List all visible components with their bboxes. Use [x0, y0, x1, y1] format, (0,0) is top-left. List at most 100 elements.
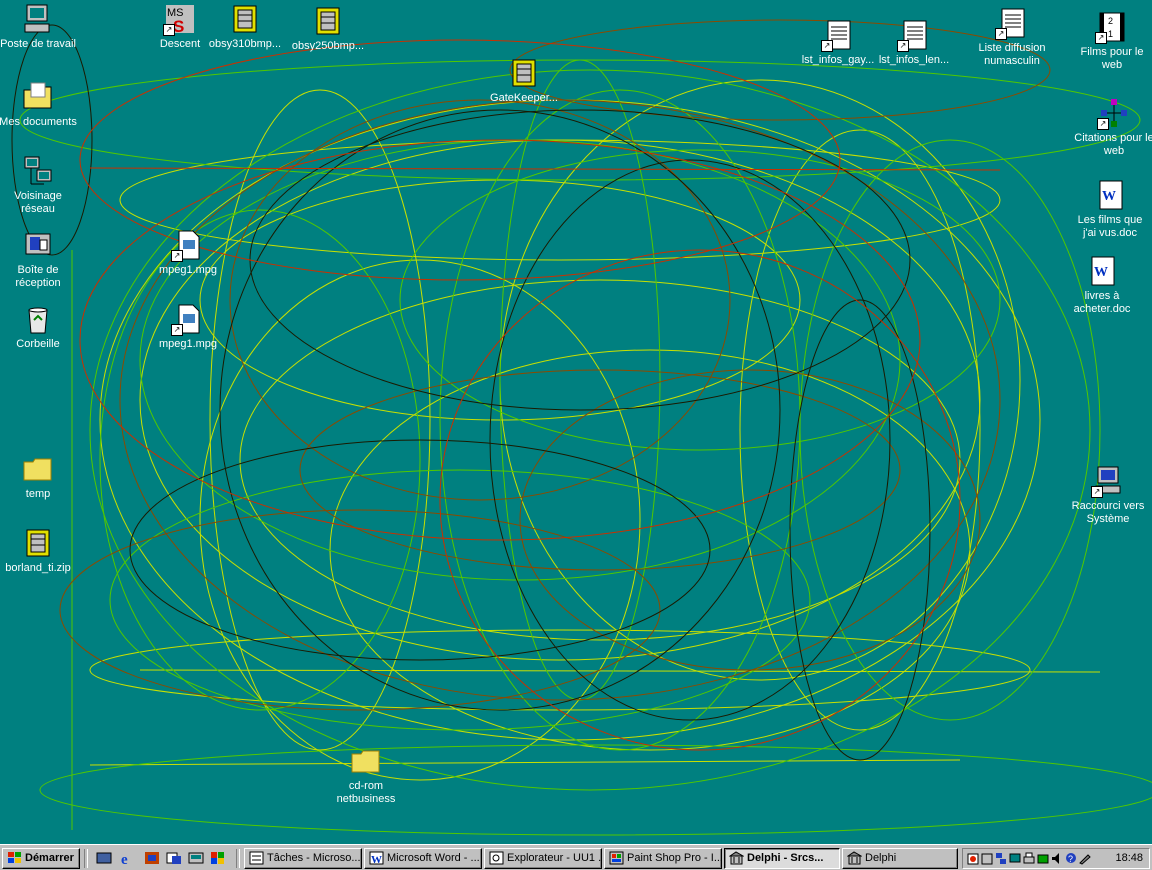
desktop-icon-raccourci-systeme[interactable]: ↗ Raccourci vers Système [1068, 464, 1148, 526]
desktop[interactable]: Poste de travail Mes documents Voisinage… [0, 0, 1152, 844]
word-document-icon: W [1085, 254, 1119, 288]
task-button-paintshop[interactable]: Paint Shop Pro - I... [604, 848, 722, 869]
document-icon: ↗ [897, 18, 931, 52]
task-button-taches[interactable]: Tâches - Microso... [244, 848, 362, 869]
folder-icon [349, 744, 383, 778]
shortcut-arrow-icon: ↗ [1095, 32, 1107, 44]
antivirus-icon[interactable] [981, 852, 993, 865]
zip-file-icon [507, 56, 541, 90]
media-file-icon: ↗ [171, 228, 205, 262]
shortcut-arrow-icon: ↗ [171, 250, 183, 262]
shortcut-arrow-icon: ↗ [171, 324, 183, 336]
icon-label: Mes documents [0, 116, 77, 128]
system-tray: ? 18:48 [962, 848, 1150, 869]
icon-label: Films pour le web [1080, 46, 1144, 71]
word-icon: W [369, 851, 384, 866]
desktop-icon-cd-rom[interactable]: cd-rom netbusiness [326, 744, 406, 806]
svg-text:1: 1 [1108, 29, 1113, 39]
desktop-icon-lst-infos-len[interactable]: ↗ lst_infos_len... [874, 18, 954, 67]
paint-shop-icon [609, 851, 624, 865]
icon-label: lst_infos_len... [878, 54, 950, 66]
outlook-icon[interactable] [144, 851, 160, 865]
task-label: Paint Shop Pro - I... [627, 852, 722, 864]
descent-game-icon: MS S ↗ [163, 2, 197, 36]
task-button-delphi-srcs[interactable]: Delphi - Srcs... [724, 848, 840, 869]
start-button[interactable]: Démarrer [2, 848, 80, 869]
icon-label: lst_infos_gay... [801, 54, 875, 66]
task-button-explorateur[interactable]: Explorateur - UU1 ... [484, 848, 602, 869]
display-icon[interactable] [1009, 852, 1021, 865]
svg-text:W: W [1102, 189, 1116, 204]
tools-icon[interactable] [1079, 852, 1091, 865]
network-map-icon: ↗ [1097, 96, 1131, 130]
ie-icon[interactable]: e [120, 851, 136, 868]
task-button-delphi[interactable]: Delphi [842, 848, 958, 869]
document-icon: ↗ [995, 6, 1029, 40]
taskbar-separator [84, 849, 88, 868]
desktop-icon-livres-acheter[interactable]: W livres à acheter.doc [1062, 254, 1142, 316]
desktop-icon-mpeg1[interactable]: ↗ mpeg1.mpg [148, 228, 228, 277]
desktop-icon-mpeg2[interactable]: ↗ mpeg1.mpg [148, 302, 228, 351]
shortcut-arrow-icon: ↗ [163, 24, 175, 36]
app-icon[interactable] [188, 851, 204, 865]
document-icon: ↗ [821, 18, 855, 52]
desktop-icon-citations-web[interactable]: ↗ Citations pour le web [1074, 96, 1152, 158]
svg-text:?: ? [1068, 854, 1073, 864]
svg-text:W: W [1094, 265, 1108, 280]
desktop-icon-poste-travail[interactable]: Poste de travail [0, 2, 78, 51]
icon-label: Voisinage réseau [14, 190, 62, 215]
desktop-icon-corbeille[interactable]: Corbeille [0, 302, 78, 351]
recycle-bin-icon [21, 302, 55, 336]
icon-label: GateKeeper... [490, 92, 558, 104]
shortcut-arrow-icon: ↗ [1097, 118, 1109, 130]
icon-label: Liste diffusion numasculin [978, 42, 1046, 67]
icon-label: Citations pour le web [1074, 132, 1152, 157]
icon-label: Poste de travail [0, 38, 76, 50]
scribble-overlay [11, 19, 1152, 836]
shortcut-arrow-icon: ↗ [995, 28, 1007, 40]
desktop-icon-films-web[interactable]: 2 1 ↗ Films pour le web [1072, 10, 1152, 72]
inbox-icon [21, 228, 55, 262]
icon-label: temp [25, 488, 51, 500]
desktop-icon-voisinage-reseau[interactable]: Voisinage réseau [0, 154, 78, 216]
zip-file-icon [228, 2, 262, 36]
printer-icon[interactable] [1023, 852, 1035, 865]
scheduler-icon[interactable] [967, 852, 979, 865]
taskbar-separator [236, 849, 240, 868]
show-desktop-icon[interactable] [96, 851, 112, 865]
desktop-icon-obsy310[interactable]: obsy310bmp... [205, 2, 285, 51]
desktop-icon-lst-infos-gay[interactable]: ↗ lst_infos_gay... [798, 18, 878, 67]
icon-label: obsy250bmp... [291, 40, 365, 52]
svg-text:W: W [371, 854, 382, 865]
desktop-icon-gatekeeper[interactable]: GateKeeper... [484, 56, 564, 105]
network-tray-icon[interactable] [995, 852, 1007, 865]
desktop-icon-temp[interactable]: temp [0, 452, 78, 501]
desktop-icon-boite-reception[interactable]: Boîte de réception [0, 228, 78, 290]
start-label: Démarrer [25, 852, 74, 864]
desktop-icon-liste-diffusion[interactable]: ↗ Liste diffusion numasculin [972, 6, 1052, 68]
icon-label: cd-rom netbusiness [336, 780, 396, 805]
app2-icon[interactable] [210, 851, 226, 865]
task-button-word[interactable]: W Microsoft Word - ... [364, 848, 482, 869]
speaker-icon[interactable] [1051, 852, 1063, 865]
folder-icon [21, 452, 55, 486]
channels-icon[interactable] [166, 851, 182, 865]
icon-label: obsy310bmp... [208, 38, 282, 50]
shortcut-arrow-icon: ↗ [821, 40, 833, 52]
svg-text:2: 2 [1108, 16, 1113, 26]
modem-icon[interactable] [1037, 852, 1049, 865]
shortcut-arrow-icon: ↗ [897, 40, 909, 52]
zip-file-icon [21, 526, 55, 560]
desktop-icon-mes-documents[interactable]: Mes documents [0, 80, 78, 129]
clock[interactable]: 18:48 [1115, 852, 1143, 864]
task-label: Tâches - Microso... [267, 852, 361, 864]
help-icon[interactable]: ? [1065, 852, 1077, 865]
desktop-icon-borland[interactable]: borland_ti.zip [0, 526, 78, 575]
computer-icon [21, 2, 55, 36]
folder-documents-icon [21, 80, 55, 114]
desktop-icon-films-vus[interactable]: W Les films que j'ai vus.doc [1070, 178, 1150, 240]
desktop-icon-obsy250[interactable]: obsy250bmp... [288, 4, 368, 53]
icon-label: livres à acheter.doc [1073, 290, 1131, 315]
zip-file-icon [311, 4, 345, 38]
icon-label: Les films que j'ai vus.doc [1077, 214, 1143, 239]
